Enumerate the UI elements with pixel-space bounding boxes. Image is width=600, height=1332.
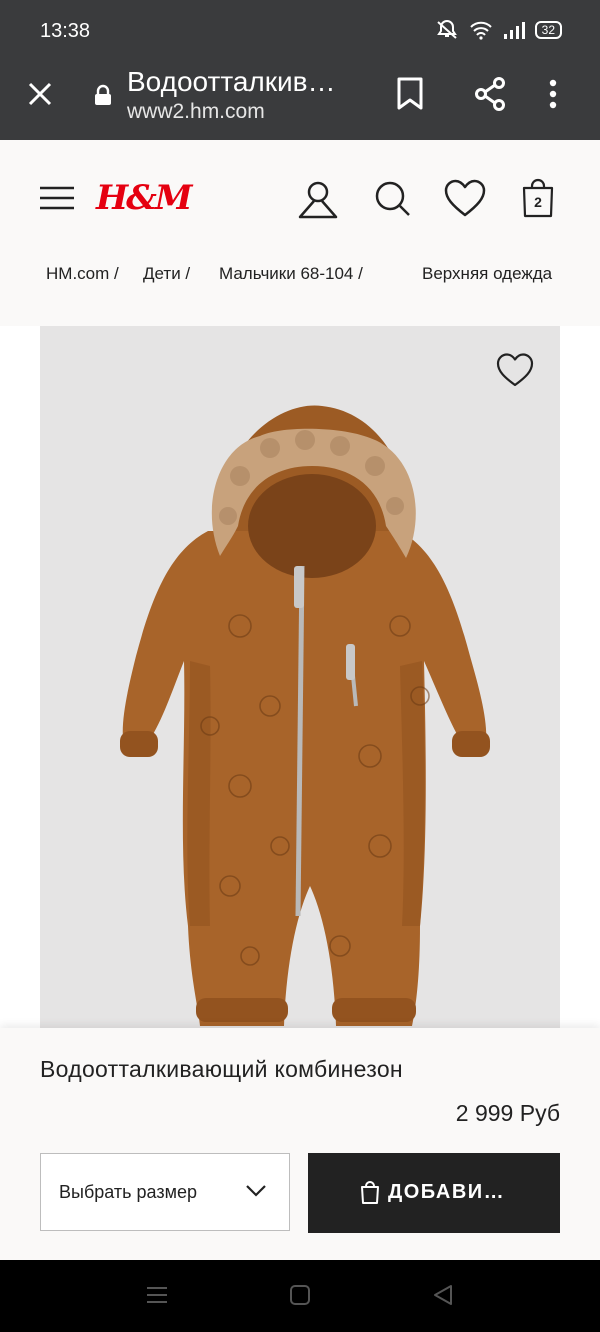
product-price: 2 999 Руб: [455, 1100, 560, 1126]
product-image[interactable]: [40, 326, 560, 1028]
favorite-heart-icon[interactable]: [496, 352, 534, 388]
lock-icon: [95, 84, 111, 105]
system-nav-bar: [0, 1260, 600, 1332]
heart-icon[interactable]: [443, 178, 487, 218]
breadcrumb-item[interactable]: Дети /: [143, 264, 190, 284]
url-text[interactable]: www2.hm.com: [127, 100, 265, 124]
wifi-icon: [469, 21, 492, 40]
menu-icon[interactable]: [40, 186, 74, 210]
close-icon[interactable]: [25, 79, 55, 109]
mute-icon: [436, 20, 457, 39]
share-icon[interactable]: [472, 76, 508, 112]
breadcrumb-item[interactable]: Верхняя одежда: [422, 264, 560, 284]
status-icons: 32: [435, 20, 562, 40]
breadcrumb-item[interactable]: HM.com /: [46, 264, 119, 284]
snowsuit-illustration: [120, 405, 490, 1026]
hm-logo[interactable]: H&M: [96, 178, 192, 218]
chevron-down-icon: [246, 1185, 266, 1197]
site-header: H&M 2: [0, 140, 600, 262]
bag-count: 2: [534, 194, 542, 210]
product-name: Водоотталкивающий комбинезон: [40, 1056, 403, 1082]
browser-toolbar: Водоотталкив… www2.hm.com: [0, 62, 600, 140]
battery-indicator: 32: [534, 21, 562, 39]
bag-icon: [361, 1181, 379, 1204]
page-title[interactable]: Водоотталкив…: [127, 66, 336, 98]
back-icon[interactable]: [432, 1284, 454, 1306]
account-icon[interactable]: [296, 178, 340, 222]
shopping-bag-button[interactable]: 2: [522, 178, 554, 218]
status-time: 13:38: [40, 20, 91, 42]
breadcrumb-item[interactable]: Мальчики 68-104 /: [219, 264, 363, 284]
breadcrumb: HM.com / Дети / Мальчики 68-104 / Верхня…: [0, 262, 600, 326]
more-icon[interactable]: [548, 76, 558, 112]
bookmark-icon[interactable]: [395, 76, 425, 112]
home-icon[interactable]: [289, 1284, 311, 1306]
signal-icon: [503, 22, 525, 39]
size-select[interactable]: Выбрать размер: [40, 1153, 290, 1231]
recent-apps-icon[interactable]: [146, 1284, 168, 1306]
status-bar: 13:38 32: [0, 0, 600, 62]
add-to-bag-button[interactable]: ДОБАВИ…: [308, 1153, 560, 1233]
add-to-bag-label: ДОБАВИ…: [388, 1181, 506, 1203]
size-select-label: Выбрать размер: [59, 1182, 197, 1202]
product-info-panel: Водоотталкивающий комбинезон 2 999 Руб В…: [0, 1028, 600, 1260]
search-icon[interactable]: [372, 178, 412, 218]
